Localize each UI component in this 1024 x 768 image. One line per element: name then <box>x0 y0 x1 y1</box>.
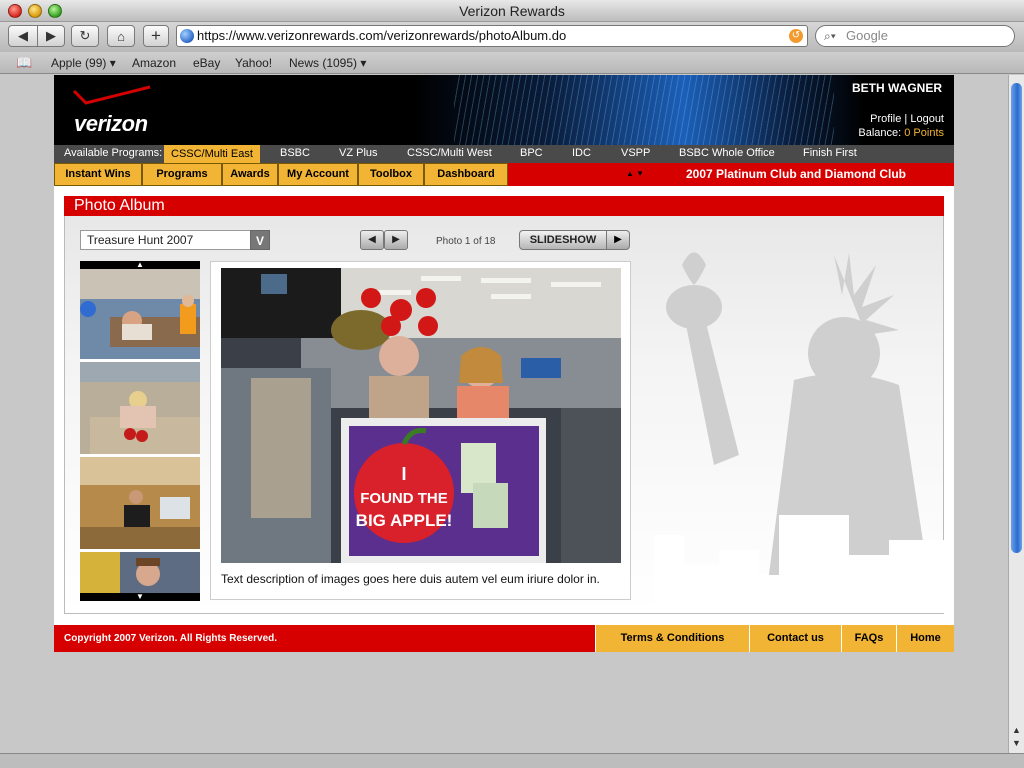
nav-programs[interactable]: Programs <box>142 163 222 186</box>
sign-text-line-1: I <box>401 464 406 484</box>
next-photo-button[interactable]: ▶ <box>384 230 408 250</box>
status-bar <box>0 753 1024 768</box>
search-placeholder: Google <box>846 28 888 43</box>
slideshow-play-button[interactable]: ▶ <box>606 230 630 250</box>
points-balance: Balance: 0 Points <box>858 127 944 139</box>
main-nav: Instant Wins Programs Awards My Account … <box>54 163 954 186</box>
scroll-up-icon[interactable]: ▲ <box>1012 725 1021 735</box>
back-button[interactable]: ◀ <box>8 25 38 47</box>
profile-link[interactable]: Profile <box>870 113 901 125</box>
program-bsbc[interactable]: BSBC <box>280 147 310 159</box>
site-footer: Copyright 2007 Verizon. All Rights Reser… <box>54 625 954 652</box>
plus-icon: + <box>151 26 161 45</box>
search-field[interactable]: ⌕▾ Google <box>815 25 1015 47</box>
previous-photo-button[interactable]: ◀ <box>360 230 384 250</box>
thumbnail-scroll-down-icon[interactable]: ▼ <box>80 593 200 601</box>
thumbnail-4[interactable] <box>80 552 200 593</box>
program-finish-first[interactable]: Finish First <box>803 147 857 159</box>
thumbnail-strip: ▲ ▼ <box>80 261 200 601</box>
terms-conditions-link[interactable]: Terms & Conditions <box>595 625 749 652</box>
thumbnail-scroll-up-icon[interactable]: ▲ <box>80 261 200 269</box>
balance-label: Balance: <box>858 127 902 139</box>
home-button[interactable]: ⌂ <box>107 25 135 47</box>
window-title: Verizon Rewards <box>459 3 565 19</box>
contact-us-link[interactable]: Contact us <box>749 625 841 652</box>
program-vz-plus[interactable]: VZ Plus <box>339 147 378 159</box>
thumbnail-3[interactable] <box>80 457 200 552</box>
current-program-title: 2007 Platinum Club and Diamond Club <box>685 167 906 181</box>
nav-dashboard[interactable]: Dashboard <box>424 163 508 186</box>
thumbnail-1[interactable] <box>80 269 200 362</box>
bookmarks-bar: 📖 Apple (99) ▾ Amazon eBay Yahoo! News (… <box>0 52 1024 74</box>
bookmark-yahoo[interactable]: Yahoo! <box>235 56 272 70</box>
bookmark-news[interactable]: News (1095) ▾ <box>289 56 366 70</box>
photo-counter: Photo 1 of 18 <box>436 236 496 247</box>
program-idc[interactable]: IDC <box>572 147 591 159</box>
program-vspp[interactable]: VSPP <box>621 147 650 159</box>
scroll-down-icon[interactable]: ▼ <box>1012 738 1021 748</box>
statue-of-liberty-illustration <box>654 252 944 613</box>
program-cssc-multi-west[interactable]: CSSC/Multi West <box>407 147 492 159</box>
album-select[interactable]: Treasure Hunt 2007 V <box>80 230 270 250</box>
nav-my-account[interactable]: My Account <box>278 163 358 186</box>
home-link[interactable]: Home <box>896 625 954 652</box>
address-bar-url: https://www.verizonrewards.com/verizonre… <box>197 28 567 43</box>
browser-toolbar: ◀ ▶ ↻ ⌂ + https://www.verizonrewards.com… <box>0 22 1024 52</box>
faqs-link[interactable]: FAQs <box>841 625 896 652</box>
scrollbar-thumb[interactable] <box>1011 83 1022 553</box>
play-icon: ▶ <box>614 234 622 245</box>
fiber-optic-banner <box>454 75 834 145</box>
reload-icon: ↻ <box>79 28 91 43</box>
forward-button[interactable]: ▶ <box>37 25 65 47</box>
logout-link[interactable]: Logout <box>910 113 944 125</box>
rss-feed-icon[interactable]: ↺ <box>789 29 803 43</box>
sign-text-line-2: FOUND THE <box>360 490 448 507</box>
page-title: Photo Album <box>74 197 165 214</box>
nav-awards[interactable]: Awards <box>222 163 278 186</box>
previous-arrow-icon: ◀ <box>368 234 376 245</box>
verizon-logo[interactable]: verizon <box>74 111 148 137</box>
add-bookmark-button[interactable]: + <box>143 25 169 47</box>
site-globe-icon <box>180 29 194 43</box>
bookmark-apple[interactable]: Apple (99) ▾ <box>51 56 116 70</box>
nav-instant-wins[interactable]: Instant Wins <box>54 163 142 186</box>
photo-viewer: I FOUND THE BIG APPLE! Text description … <box>210 261 631 600</box>
verizon-check-logo-icon <box>72 85 151 105</box>
photo-album-header: Photo Album <box>64 196 944 216</box>
balance-value: 0 Points <box>904 127 944 139</box>
bookmark-amazon[interactable]: Amazon <box>132 56 176 70</box>
thumbnail-2[interactable] <box>80 362 200 457</box>
link-separator: | <box>904 113 908 125</box>
address-bar[interactable]: https://www.verizonrewards.com/verizonre… <box>176 25 808 47</box>
home-icon: ⌂ <box>117 28 125 44</box>
back-arrow-icon: ◀ <box>18 28 28 43</box>
photo-caption: Text description of images goes here dui… <box>221 572 600 586</box>
bookmarks-book-icon[interactable]: 📖 <box>16 55 32 71</box>
chevron-down-icon[interactable]: V <box>250 230 270 250</box>
main-photo[interactable]: I FOUND THE BIG APPLE! <box>221 268 621 563</box>
page-container: verizon BETH WAGNER Profile | Logout Bal… <box>54 75 954 652</box>
bookmark-ebay[interactable]: eBay <box>193 56 220 70</box>
next-arrow-icon: ▶ <box>392 234 400 245</box>
nav-toolbox[interactable]: Toolbox <box>358 163 424 186</box>
account-links: Profile | Logout <box>870 113 944 125</box>
reload-button[interactable]: ↻ <box>71 25 99 47</box>
program-cssc-multi-east[interactable]: CSSC/Multi East <box>164 145 260 163</box>
window-titlebar: Verizon Rewards <box>0 0 1024 22</box>
program-bsbc-whole-office[interactable]: BSBC Whole Office <box>679 147 775 159</box>
programs-bar: Available Programs: CSSC/Multi East BSBC… <box>54 145 954 163</box>
search-icon: ⌕▾ <box>824 29 836 43</box>
program-bpc[interactable]: BPC <box>520 147 543 159</box>
user-name: BETH WAGNER <box>852 81 942 95</box>
sign-text-line-3: BIG APPLE! <box>356 511 453 530</box>
programs-label: Available Programs: <box>64 147 163 159</box>
slideshow-button[interactable]: SLIDESHOW <box>519 230 607 250</box>
program-switch-arrows-icon[interactable]: ▲ ▼ <box>626 169 644 178</box>
album-select-value: Treasure Hunt 2007 <box>87 233 194 247</box>
copyright-text: Copyright 2007 Verizon. All Rights Reser… <box>64 633 278 644</box>
vertical-scrollbar[interactable]: ▲ ▼ <box>1008 75 1024 753</box>
site-header: verizon BETH WAGNER Profile | Logout Bal… <box>54 75 954 145</box>
forward-arrow-icon: ▶ <box>46 28 56 43</box>
